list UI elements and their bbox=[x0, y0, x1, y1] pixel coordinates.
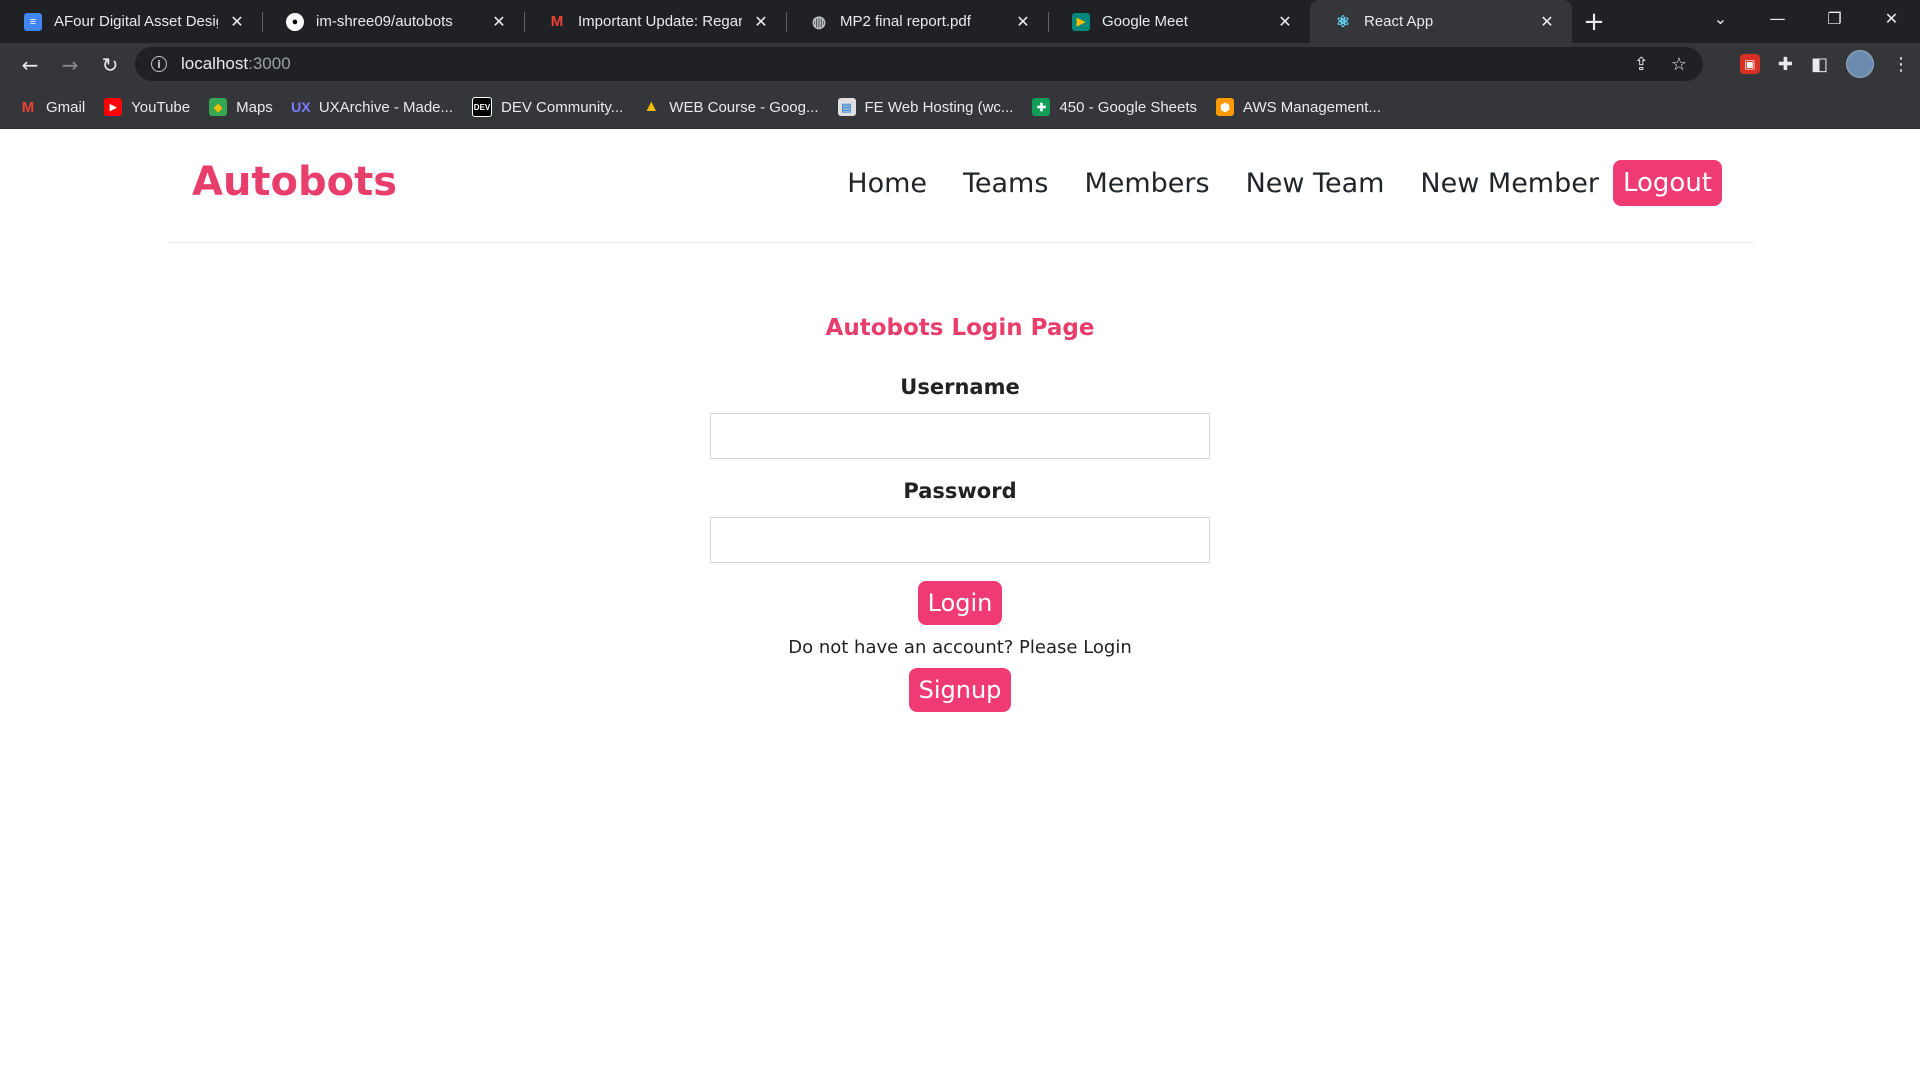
bookmark-label: DEV Community... bbox=[501, 98, 624, 116]
bookmark-label: 450 - Google Sheets bbox=[1059, 98, 1198, 116]
tab-search-icon[interactable]: ⌄ bbox=[1692, 0, 1749, 36]
youtube-icon: ▶ bbox=[104, 98, 123, 116]
ux-icon: UX bbox=[291, 99, 311, 115]
username-label: Username bbox=[900, 375, 1020, 399]
signup-helper-text: Do not have an account? Please Login bbox=[788, 637, 1132, 658]
bookmark-uxarchive[interactable]: UX UXArchive - Made... bbox=[285, 93, 463, 121]
meet-icon: ▶ bbox=[1072, 12, 1090, 31]
tab-gmail[interactable]: M Important Update: Regardin ✕ bbox=[524, 0, 786, 43]
tab-title: im-shree09/autobots bbox=[316, 13, 453, 30]
close-icon[interactable]: ✕ bbox=[490, 12, 508, 32]
close-icon[interactable]: ✕ bbox=[1014, 12, 1032, 32]
tab-github[interactable]: ● im-shree09/autobots ✕ bbox=[262, 0, 524, 43]
page-title: Autobots Login Page bbox=[825, 315, 1095, 341]
share-icon[interactable]: ⇪ bbox=[1634, 54, 1649, 75]
gmail-icon: M bbox=[21, 98, 35, 116]
dev-icon: DEV bbox=[472, 97, 493, 117]
bookmark-label: FE Web Hosting (wc... bbox=[864, 98, 1014, 116]
nav-members[interactable]: Members bbox=[1084, 168, 1209, 199]
github-icon: ● bbox=[286, 12, 304, 31]
maps-icon: ◆ bbox=[209, 98, 228, 116]
tab-title: AFour Digital Asset Design bbox=[54, 13, 218, 30]
tab-strip: ≡ AFour Digital Asset Design ✕ ● im-shre… bbox=[0, 0, 1920, 43]
bookmark-star-icon[interactable]: ☆ bbox=[1671, 54, 1687, 75]
nav-links: Home Teams Members New Team New Member L… bbox=[847, 160, 1722, 206]
new-tab-button[interactable]: + bbox=[1572, 0, 1616, 43]
reload-icon[interactable]: ↻ bbox=[90, 47, 130, 83]
signup-button[interactable]: Signup bbox=[908, 668, 1012, 712]
restore-icon[interactable]: ❐ bbox=[1806, 0, 1863, 36]
minimize-icon[interactable]: — bbox=[1749, 0, 1806, 36]
window-controls: ⌄ — ❐ ✕ bbox=[1692, 0, 1920, 36]
globe-icon: ◍ bbox=[812, 13, 826, 31]
extension-icon[interactable]: ▣ bbox=[1739, 54, 1760, 74]
back-icon[interactable]: ← bbox=[10, 47, 50, 83]
brand-logo[interactable]: Autobots bbox=[192, 159, 397, 205]
docs-icon: ≡ bbox=[24, 12, 42, 31]
url-port: :3000 bbox=[248, 54, 291, 73]
password-label: Password bbox=[903, 479, 1017, 503]
browser-toolbar: ← → ↻ i localhost:3000 ⇪ ☆ ▣ ✚ ◧ ⋮ bbox=[0, 43, 1920, 86]
side-panel-icon[interactable]: ◧ bbox=[1811, 54, 1828, 75]
page-content: Autobots Home Teams Members New Team New… bbox=[0, 129, 1920, 1080]
tab-react-app[interactable]: ⚛ React App ✕ bbox=[1310, 0, 1572, 43]
menu-icon[interactable]: ⋮ bbox=[1892, 54, 1910, 75]
bookmark-gmail[interactable]: M Gmail bbox=[12, 93, 95, 121]
tab-meet[interactable]: ▶ Google Meet ✕ bbox=[1048, 0, 1310, 43]
login-form: Autobots Login Page Username Password Lo… bbox=[0, 315, 1920, 712]
bookmarks-bar: M Gmail ▶ YouTube ◆ Maps UX UXArchive - Made… bbox=[0, 86, 1920, 129]
bookmark-label: AWS Management... bbox=[1243, 98, 1381, 116]
tab-title: Important Update: Regardin bbox=[578, 13, 742, 30]
tab-title: Google Meet bbox=[1102, 13, 1188, 30]
bookmark-web-course[interactable]: ▲ WEB Course - Goog... bbox=[635, 93, 828, 121]
bookmark-youtube[interactable]: ▶ YouTube bbox=[97, 93, 200, 121]
bookmark-label: WEB Course - Goog... bbox=[669, 98, 819, 116]
app-navbar: Autobots Home Teams Members New Team New… bbox=[168, 129, 1754, 243]
bookmark-label: UXArchive - Made... bbox=[318, 98, 454, 116]
forward-icon[interactable]: → bbox=[50, 47, 90, 83]
close-icon[interactable]: ✕ bbox=[1276, 12, 1294, 32]
drive-icon: ▲ bbox=[643, 98, 660, 115]
tab-pdf[interactable]: ◍ MP2 final report.pdf ✕ bbox=[786, 0, 1048, 43]
url-host: localhost bbox=[181, 54, 249, 73]
gmail-icon: M bbox=[550, 13, 564, 30]
password-input[interactable] bbox=[710, 517, 1210, 563]
login-button[interactable]: Login bbox=[917, 581, 1003, 625]
extensions-area: ▣ ✚ ◧ ⋮ bbox=[1739, 47, 1910, 81]
username-input[interactable] bbox=[710, 413, 1210, 459]
profile-avatar[interactable] bbox=[1846, 50, 1874, 78]
bookmark-label: Gmail bbox=[46, 98, 86, 116]
close-icon[interactable]: ✕ bbox=[228, 12, 246, 32]
address-bar[interactable]: i localhost:3000 ⇪ ☆ bbox=[135, 47, 1703, 81]
sheets-icon: ✚ bbox=[1032, 98, 1051, 116]
bookmark-aws[interactable]: ⬢ AWS Management... bbox=[1209, 93, 1391, 121]
close-icon[interactable]: ✕ bbox=[752, 12, 770, 32]
bookmark-sheets[interactable]: ✚ 450 - Google Sheets bbox=[1025, 93, 1207, 121]
bookmark-label: YouTube bbox=[131, 98, 191, 116]
bookmark-label: Maps bbox=[236, 98, 273, 116]
nav-new-team[interactable]: New Team bbox=[1246, 168, 1385, 199]
nav-teams[interactable]: Teams bbox=[963, 168, 1048, 199]
site-info-icon[interactable]: i bbox=[151, 56, 167, 72]
react-icon: ⚛ bbox=[1335, 13, 1351, 31]
puzzle-icon[interactable]: ✚ bbox=[1778, 54, 1793, 75]
nav-new-member[interactable]: New Member bbox=[1420, 168, 1599, 199]
bookmark-maps[interactable]: ◆ Maps bbox=[202, 93, 283, 121]
close-icon[interactable]: ✕ bbox=[1538, 12, 1556, 32]
logout-button[interactable]: Logout bbox=[1612, 160, 1722, 206]
tab-title: React App bbox=[1364, 13, 1434, 30]
nav-home[interactable]: Home bbox=[847, 168, 927, 199]
close-window-icon[interactable]: ✕ bbox=[1863, 0, 1920, 36]
bookmark-dev[interactable]: DEV DEV Community... bbox=[465, 93, 633, 121]
tab-afour[interactable]: ≡ AFour Digital Asset Design ✕ bbox=[0, 0, 262, 43]
tab-title: MP2 final report.pdf bbox=[840, 13, 971, 30]
page-icon: ▤ bbox=[837, 98, 856, 116]
aws-icon: ⬢ bbox=[1216, 98, 1235, 116]
bookmark-fe-hosting[interactable]: ▤ FE Web Hosting (wc... bbox=[831, 93, 1024, 121]
